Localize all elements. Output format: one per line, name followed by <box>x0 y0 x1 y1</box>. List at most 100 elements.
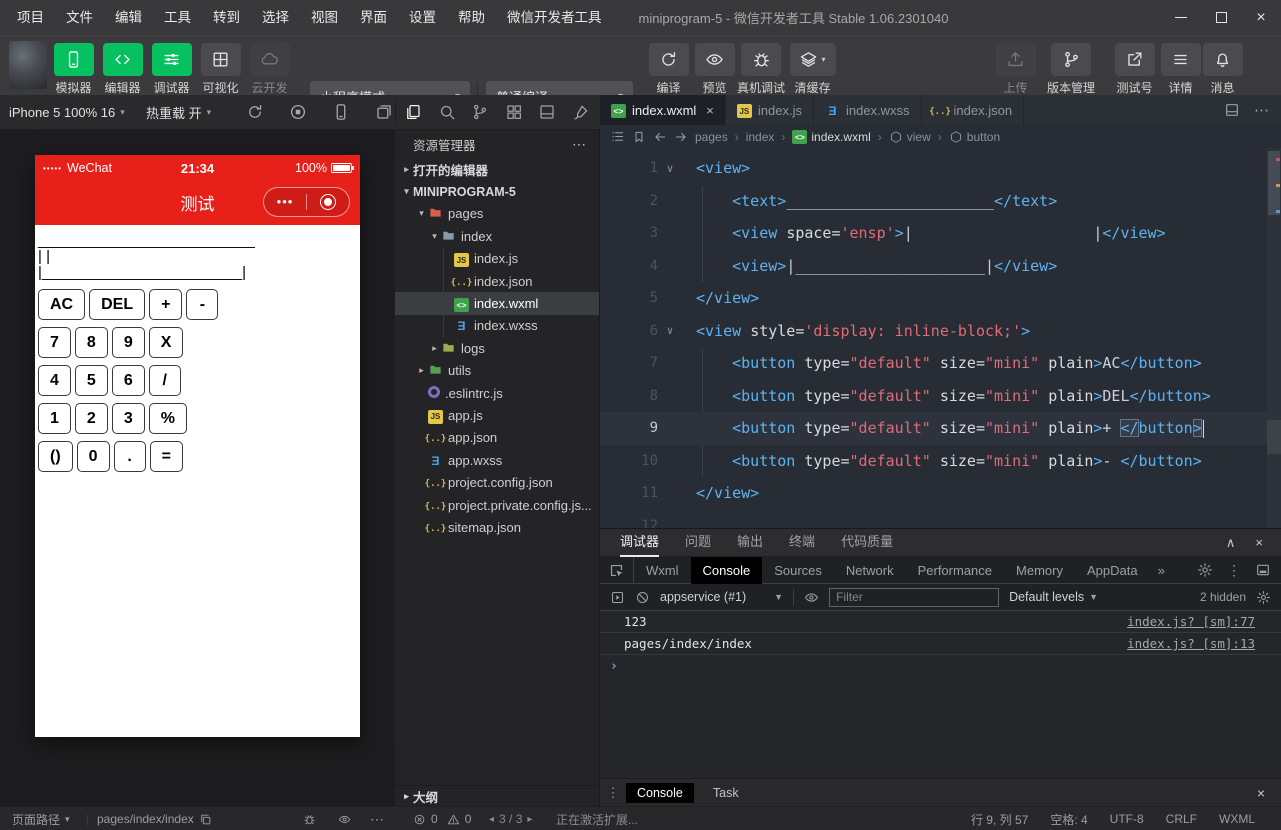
tree-item-app.js[interactable]: JS app.js <box>395 404 599 426</box>
breadcrumb-view[interactable]: view <box>889 130 931 144</box>
panel-tab-终端[interactable]: 终端 <box>789 529 815 557</box>
bottom-tab-Task[interactable]: Task <box>702 783 750 803</box>
maximize-button[interactable] <box>1201 0 1241 35</box>
code-line-6[interactable]: 6 ∨ <view style='display: inline-block;'> <box>600 315 1281 348</box>
key-9[interactable]: 9 <box>111 327 145 358</box>
devtools-menu-icon[interactable]: ⋮ <box>1227 562 1241 579</box>
inspect-element-icon[interactable] <box>600 556 634 584</box>
panel-tab-调试器[interactable]: 调试器 <box>620 529 660 557</box>
key-8[interactable]: 8 <box>74 327 108 358</box>
more-actions-icon[interactable]: ⋯ <box>572 136 587 153</box>
device-selector[interactable]: iPhone 5 100% 16 ▾ <box>9 95 125 129</box>
toolbar-button-调试器[interactable]: 调试器 <box>147 43 196 96</box>
close-tab-icon[interactable]: × <box>706 103 714 118</box>
menu-item-项目[interactable]: 项目 <box>6 0 55 35</box>
exit-record-icon[interactable] <box>320 194 336 210</box>
problems-indicator[interactable]: 0 0 <box>413 807 471 830</box>
menu-item-转到[interactable]: 转到 <box>202 0 251 35</box>
preview-status-icon[interactable] <box>338 807 351 830</box>
rotate-icon[interactable] <box>246 103 264 121</box>
panel-files-icon[interactable] <box>404 103 422 121</box>
breadcrumb-index[interactable]: index <box>746 130 775 144</box>
key-3[interactable]: 3 <box>111 403 145 434</box>
log-levels-dropdown[interactable]: Default levels ▼ <box>1009 590 1098 604</box>
toolbar-right-版本管理[interactable]: 版本管理 <box>1040 43 1102 96</box>
capsule-button[interactable]: ••• <box>263 187 350 217</box>
code-line-12[interactable]: 12 <box>600 510 1281 528</box>
tree-item-index.js[interactable]: JS index.js <box>395 247 599 270</box>
devtools-tab-AppData[interactable]: AppData <box>1075 557 1150 584</box>
toolbar-action-清缓存[interactable]: ▾ 清缓存 <box>788 43 837 96</box>
panel-tab-问题[interactable]: 问题 <box>685 529 711 557</box>
panel-branch-icon[interactable] <box>471 103 489 121</box>
tree-item-.eslintrc.js[interactable]: .eslintrc.js <box>395 382 599 404</box>
copy-icon[interactable] <box>199 813 212 826</box>
key-X[interactable]: X <box>148 327 184 358</box>
code-line-7[interactable]: 7 <button type="default" size="mini" pla… <box>600 347 1281 380</box>
toolbar-right-消息[interactable]: 消息 <box>1198 43 1247 96</box>
key-1[interactable]: 1 <box>38 403 71 434</box>
close-panel-icon[interactable]: × <box>1257 785 1281 801</box>
menu-item-选择[interactable]: 选择 <box>251 0 300 35</box>
devtools-tab-Wxml[interactable]: Wxml <box>634 557 691 584</box>
toolbar-action-真机调试[interactable]: 真机调试 <box>734 43 788 96</box>
tree-item-pages[interactable]: ▾ pages <box>395 203 599 225</box>
outline-section[interactable]: ▸ 大纲 <box>395 785 599 806</box>
editor-more-icon[interactable]: ⋯ <box>1254 101 1269 119</box>
close-devtools-icon[interactable]: × <box>1255 535 1263 551</box>
code-line-4[interactable]: 4 <view>|_____________________|</view> <box>600 250 1281 283</box>
editor-pager[interactable]: ◂ 3 / 3 ▸ <box>489 807 532 830</box>
filter-input[interactable] <box>829 587 1000 607</box>
toolbar-right-测试号[interactable]: 测试号 <box>1110 43 1159 96</box>
user-avatar[interactable] <box>9 41 47 89</box>
devtools-tab-Performance[interactable]: Performance <box>906 557 1004 584</box>
tab-index.js[interactable]: JS index.js <box>726 95 814 125</box>
panel-blocks-icon[interactable] <box>505 103 523 121</box>
windows-icon[interactable] <box>375 103 393 121</box>
toolbar-right-上传[interactable]: 上传 <box>991 43 1040 96</box>
code-line-5[interactable]: 5 </view> <box>600 282 1281 315</box>
split-editor-icon[interactable] <box>1224 102 1240 118</box>
tree-item-index.wxml[interactable]: <> index.wxml <box>395 292 599 315</box>
key-=[interactable]: = <box>149 441 183 472</box>
exec-context-icon[interactable] <box>610 590 625 605</box>
tree-item-logs[interactable]: ▸ logs <box>395 337 599 359</box>
code-line-10[interactable]: 10 <button type="default" size="mini" pl… <box>600 445 1281 478</box>
more-tabs-chevron[interactable]: » <box>1150 563 1173 578</box>
tree-item-sitemap.json[interactable]: {..} sitemap.json <box>395 516 599 538</box>
tree-section-打开的编辑器[interactable]: ▸ 打开的编辑器 <box>395 158 599 180</box>
record-icon[interactable] <box>289 103 307 121</box>
tree-section-MINIPROGRAM-5[interactable]: ▾ MINIPROGRAM-5 <box>395 180 599 202</box>
drag-handle-icon[interactable]: ⋮ <box>600 785 626 801</box>
indent-setting[interactable]: 空格: 4 <box>1050 811 1087 828</box>
devtools-settings-icon[interactable] <box>1197 562 1213 578</box>
key--[interactable]: - <box>186 289 219 320</box>
hot-reload-toggle[interactable]: 热重载 开 ▾ <box>146 95 211 129</box>
devtools-tab-Sources[interactable]: Sources <box>762 557 834 584</box>
menu-item-编辑[interactable]: 编辑 <box>104 0 153 35</box>
toolbar-action-预览[interactable]: 预览 <box>690 43 739 96</box>
toolbar-action-编译[interactable]: 编译 <box>644 43 693 96</box>
key-5[interactable]: 5 <box>74 365 108 396</box>
key-6[interactable]: 6 <box>111 365 145 396</box>
key-0[interactable]: 0 <box>76 441 110 472</box>
display-input-1[interactable]: | | <box>38 249 360 265</box>
debug-status-icon[interactable] <box>303 807 316 830</box>
menu-item-界面[interactable]: 界面 <box>349 0 398 35</box>
collapse-panel-icon[interactable]: ∧ <box>1226 535 1236 551</box>
bottom-tab-Console[interactable]: Console <box>626 782 694 803</box>
more-icon[interactable]: ••• <box>264 189 306 215</box>
toolbar-button-可视化[interactable]: 可视化 <box>196 43 245 96</box>
code-line-11[interactable]: 11 </view> <box>600 477 1281 510</box>
key-2[interactable]: 2 <box>74 403 108 434</box>
menu-item-视图[interactable]: 视图 <box>300 0 349 35</box>
editor-scrollbar[interactable] <box>1267 148 1281 528</box>
menu-item-文件[interactable]: 文件 <box>55 0 104 35</box>
tree-item-index.json[interactable]: {..} index.json <box>395 269 599 293</box>
breadcrumb-pages[interactable]: pages <box>695 130 728 144</box>
panel-brush-icon[interactable] <box>572 103 590 121</box>
language-mode[interactable]: WXML <box>1219 812 1255 826</box>
panel-tab-输出[interactable]: 输出 <box>737 529 763 557</box>
breadcrumb-index.wxml[interactable]: <> index.wxml <box>792 129 871 144</box>
tree-item-index.wxss[interactable]: Ǝindex.wxss <box>395 314 599 338</box>
